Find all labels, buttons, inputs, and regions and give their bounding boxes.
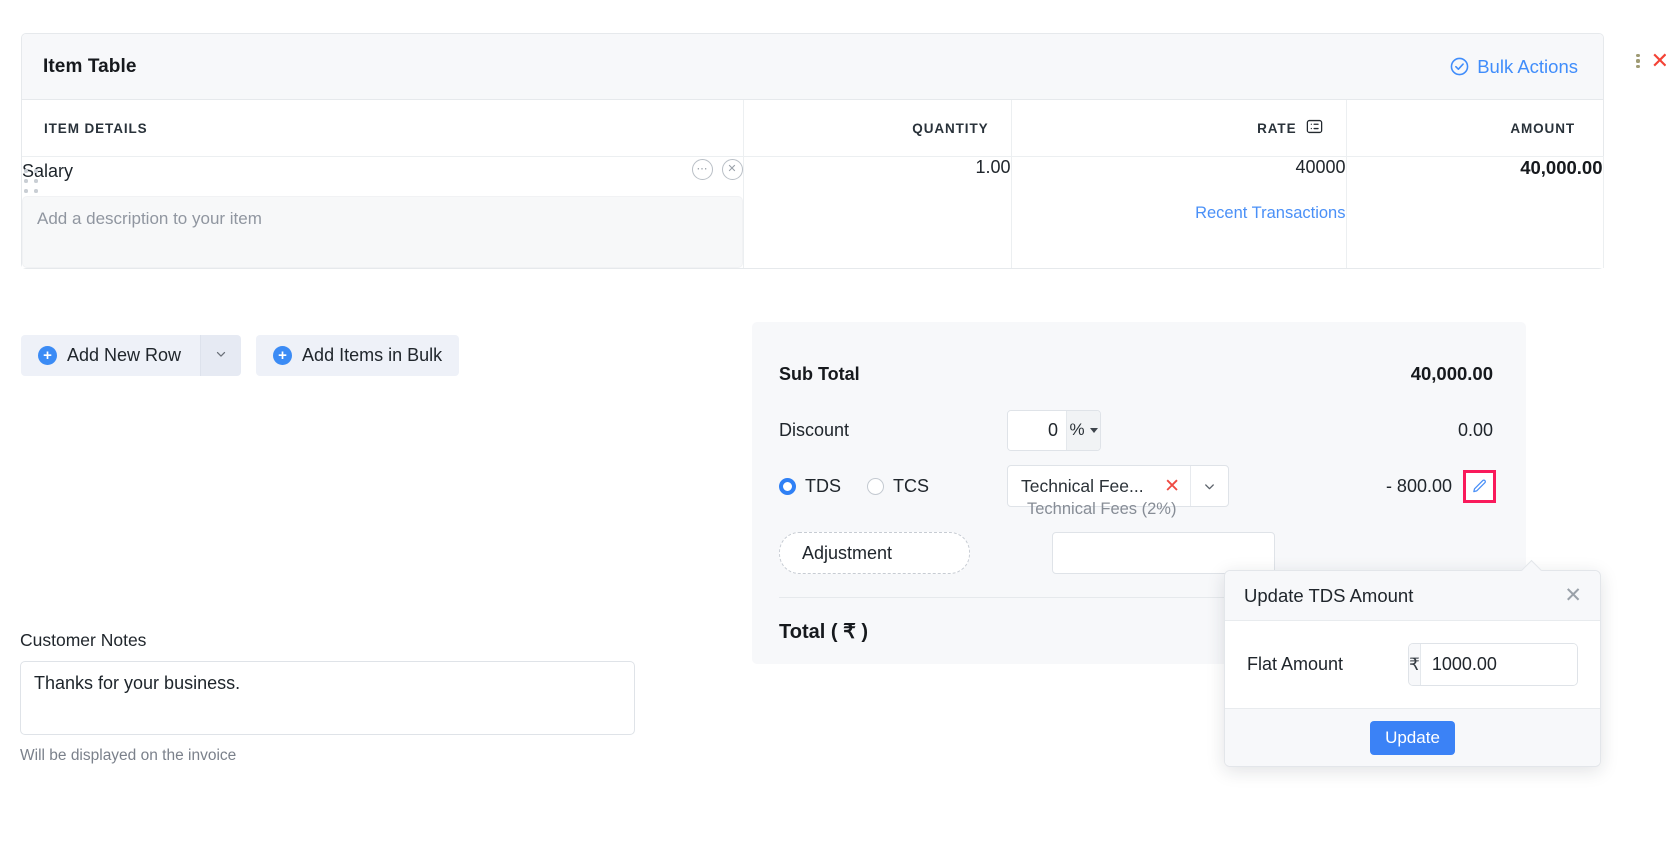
column-header-quantity: QUANTITY	[743, 100, 1012, 157]
caret-down-icon	[1089, 427, 1098, 433]
add-items-in-bulk-label: Add Items in Bulk	[302, 345, 443, 365]
column-header-rate-label: RATE	[1257, 120, 1297, 136]
customer-notes-input[interactable]	[20, 661, 635, 735]
flat-amount-input[interactable]	[1420, 644, 1577, 685]
price-list-icon[interactable]	[1305, 117, 1324, 139]
add-new-row-button[interactable]: + Add New Row	[21, 335, 201, 376]
item-rate[interactable]: 40000	[1012, 157, 1345, 178]
clear-tax-icon[interactable]: ✕	[1154, 477, 1190, 496]
customer-notes-section: Customer Notes Will be displayed on the …	[20, 630, 640, 765]
discount-input[interactable]	[1008, 410, 1066, 450]
recent-transactions-link[interactable]: Recent Transactions	[1012, 204, 1345, 223]
update-tds-amount-popover: Update TDS Amount ✕ Flat Amount ₹ Update	[1224, 559, 1601, 767]
edit-tds-amount-icon[interactable]	[1463, 469, 1496, 503]
customer-notes-label: Customer Notes	[20, 630, 147, 650]
discount-amount: 0.00	[1457, 419, 1493, 440]
popover-header: Update TDS Amount ✕	[1225, 571, 1600, 621]
customer-notes-hint: Will be displayed on the invoice	[20, 747, 237, 764]
clear-item-icon[interactable]: ✕	[721, 159, 743, 181]
invoice-item-editor-page: Item Table Bulk Actions ITEM DETAILS QUA…	[0, 0, 1666, 841]
item-amount: 40,000.00	[1520, 157, 1603, 178]
adjustment-input[interactable]	[1052, 532, 1275, 574]
popover-title: Update TDS Amount	[1244, 584, 1414, 606]
flat-amount-input-group: ₹	[1408, 643, 1578, 686]
radio-unselected-icon	[867, 477, 884, 495]
add-new-row-group: + Add New Row	[21, 335, 242, 376]
add-new-row-dropdown-button[interactable]	[200, 335, 242, 376]
tax-select-value: Technical Fee...	[1021, 475, 1144, 496]
row-menu-icon[interactable]	[1634, 52, 1641, 71]
item-table-card: Item Table Bulk Actions ITEM DETAILS QUA…	[21, 33, 1666, 269]
item-amount-cell: 40,000.00 ✕	[1346, 50, 1666, 268]
table-row: Salary ⋯ ✕ Add a description to your ite…	[22, 50, 1666, 268]
more-options-icon[interactable]: ⋯	[691, 159, 713, 181]
bulk-actions-button[interactable]: Bulk Actions	[1449, 56, 1578, 78]
discount-row: Discount % 0.00	[779, 402, 1493, 458]
sub-total-row: Sub Total 40,000.00	[779, 346, 1493, 402]
column-header-amount: AMOUNT	[1346, 100, 1603, 157]
discount-unit-select[interactable]: %	[1066, 410, 1100, 450]
plus-icon: +	[38, 346, 57, 365]
items-table-header-row: ITEM DETAILS QUANTITY RATE AMOUNT	[22, 100, 1603, 157]
delete-row-icon[interactable]: ✕	[1651, 50, 1666, 72]
add-items-in-bulk-button[interactable]: + Add Items in Bulk	[256, 335, 460, 376]
adjustment-label-input[interactable]: Adjustment	[779, 532, 970, 574]
popover-body: Flat Amount ₹	[1225, 621, 1600, 708]
tds-radio-option[interactable]: TDS	[779, 476, 841, 497]
tds-tcs-radio-group: TDS TCS	[779, 476, 1007, 497]
discount-label: Discount	[779, 419, 850, 440]
chevron-down-icon	[214, 347, 228, 364]
sub-total-label: Sub Total	[779, 363, 860, 384]
item-rate-cell: 40000 Recent Transactions	[1011, 156, 1347, 268]
drag-handle[interactable]	[24, 169, 40, 195]
tcs-radio-option[interactable]: TCS	[867, 476, 929, 497]
total-label: Total ( ₹ )	[779, 620, 869, 643]
add-row-actions: + Add New Row + Add Items in Bulk	[21, 335, 460, 376]
item-quantity[interactable]: 1.00	[743, 156, 1012, 268]
column-header-item-details: ITEM DETAILS	[22, 100, 744, 157]
items-table: ITEM DETAILS QUANTITY RATE AMOUNT Salary…	[22, 50, 1666, 268]
close-icon[interactable]: ✕	[1564, 585, 1582, 606]
flat-amount-label: Flat Amount	[1247, 654, 1344, 674]
bulk-actions-label: Bulk Actions	[1477, 55, 1578, 77]
add-new-row-label: Add New Row	[67, 345, 182, 365]
radio-selected-icon	[779, 477, 796, 495]
item-description-input[interactable]: Add a description to your item	[22, 195, 743, 268]
item-table-header: Item Table Bulk Actions	[22, 34, 1603, 100]
plus-icon: +	[273, 346, 293, 365]
tds-amount: - 800.00	[1385, 475, 1452, 496]
sub-total-value: 40,000.00	[1410, 363, 1493, 384]
column-header-rate: RATE	[1011, 100, 1347, 157]
tax-select-chevron[interactable]	[1190, 466, 1228, 506]
discount-input-group: %	[1007, 409, 1101, 451]
item-details-cell: Salary ⋯ ✕ Add a description to your ite…	[22, 156, 744, 268]
check-circle-icon	[1449, 56, 1470, 77]
discount-unit-label: %	[1069, 420, 1085, 439]
tds-label: TDS	[805, 475, 841, 496]
page-title: Item Table	[43, 55, 137, 77]
popover-footer: Update	[1225, 708, 1600, 766]
update-button[interactable]: Update	[1370, 720, 1455, 755]
currency-symbol: ₹	[1409, 644, 1421, 685]
tcs-label: TCS	[893, 475, 929, 496]
